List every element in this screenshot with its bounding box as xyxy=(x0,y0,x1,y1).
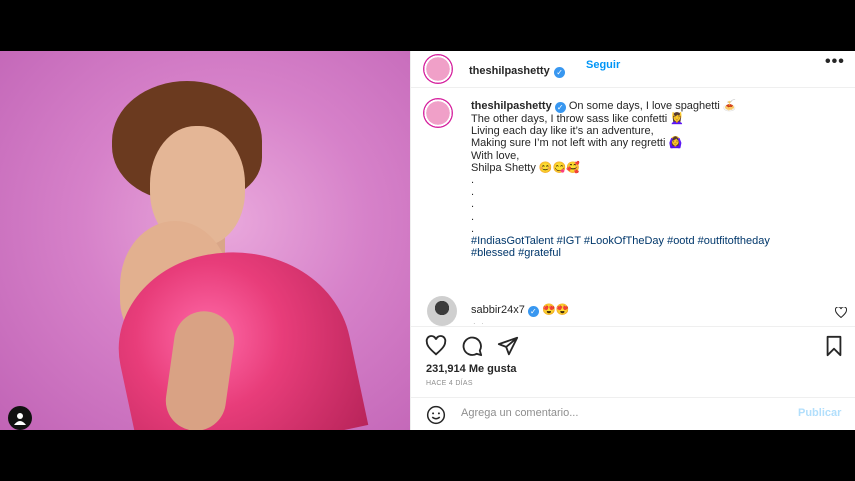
like-comment-icon[interactable] xyxy=(835,307,847,318)
post-header: theshilpashetty ✓ Seguir ••• xyxy=(411,51,855,88)
save-bookmark-icon[interactable] xyxy=(823,335,845,357)
comment-input[interactable]: Agrega un comentario... xyxy=(461,407,578,419)
caption-line: . xyxy=(471,174,475,187)
caption-line: Shilpa Shetty 😊😋🥰 xyxy=(471,161,580,174)
author-avatar[interactable] xyxy=(423,54,453,84)
post-actions: 231,914 Me gusta HACE 4 DÍAS Agrega un c… xyxy=(411,326,855,427)
caption-line: On some days, I love spaghetti 🍝 xyxy=(568,100,737,112)
verified-icon: ✓ xyxy=(554,67,566,78)
caption-line: . xyxy=(471,198,475,211)
post-photo[interactable] xyxy=(0,51,410,430)
follow-button[interactable]: Seguir xyxy=(586,59,620,71)
tagged-user-icon[interactable] xyxy=(8,406,32,430)
caption-age: 4 d xyxy=(471,322,484,324)
caption-line: . xyxy=(471,186,475,199)
comment-icon[interactable] xyxy=(461,335,483,357)
commenter-username[interactable]: sabbir24x7 xyxy=(471,304,525,316)
publish-button[interactable]: Publicar xyxy=(798,407,841,419)
caption-line: With love, xyxy=(471,149,520,162)
comments-panel: theshilpashetty ✓ On some days, I love s… xyxy=(411,88,855,324)
author-name-row: theshilpashetty ✓ xyxy=(469,61,566,79)
share-icon[interactable] xyxy=(497,335,519,357)
add-comment-bar: Agrega un comentario... Publicar xyxy=(411,397,855,432)
caption-line: Making sure I’m not left with any regret… xyxy=(471,137,683,150)
verified-icon: ✓ xyxy=(527,306,539,317)
post-sidebar: theshilpashetty ✓ Seguir ••• theshilpash… xyxy=(410,51,855,430)
more-options-icon[interactable]: ••• xyxy=(825,53,845,71)
caption-username[interactable]: theshilpashetty xyxy=(471,100,552,112)
likes-count[interactable]: 231,914 Me gusta xyxy=(426,363,517,375)
hashtags-line[interactable]: #IndiasGotTalent #IGT #LookOfTheDay #oot… xyxy=(471,235,841,247)
caption-line: Living each day like it’s an adventure, xyxy=(471,125,654,138)
caption-line: . xyxy=(471,222,475,235)
caption-line: The other days, I throw sass like confet… xyxy=(471,113,685,125)
author-username[interactable]: theshilpashetty xyxy=(469,65,550,77)
comment-text: 😍😍 xyxy=(541,304,570,316)
verified-icon: ✓ xyxy=(554,102,566,113)
caption-line: . xyxy=(471,210,475,223)
hashtags-line[interactable]: #blessed #grateful xyxy=(471,247,841,259)
instagram-post: theshilpashetty ✓ Seguir ••• theshilpash… xyxy=(0,51,855,430)
post-caption: theshilpashetty ✓ On some days, I love s… xyxy=(471,100,841,259)
caption-author-avatar[interactable] xyxy=(423,98,453,128)
comment-body: sabbir24x7 ✓ 😍😍 xyxy=(471,303,569,317)
emoji-icon[interactable] xyxy=(426,405,446,425)
like-heart-icon[interactable] xyxy=(425,335,447,357)
commenter-avatar[interactable] xyxy=(427,296,457,326)
post-timestamp[interactable]: HACE 4 DÍAS xyxy=(426,380,473,387)
